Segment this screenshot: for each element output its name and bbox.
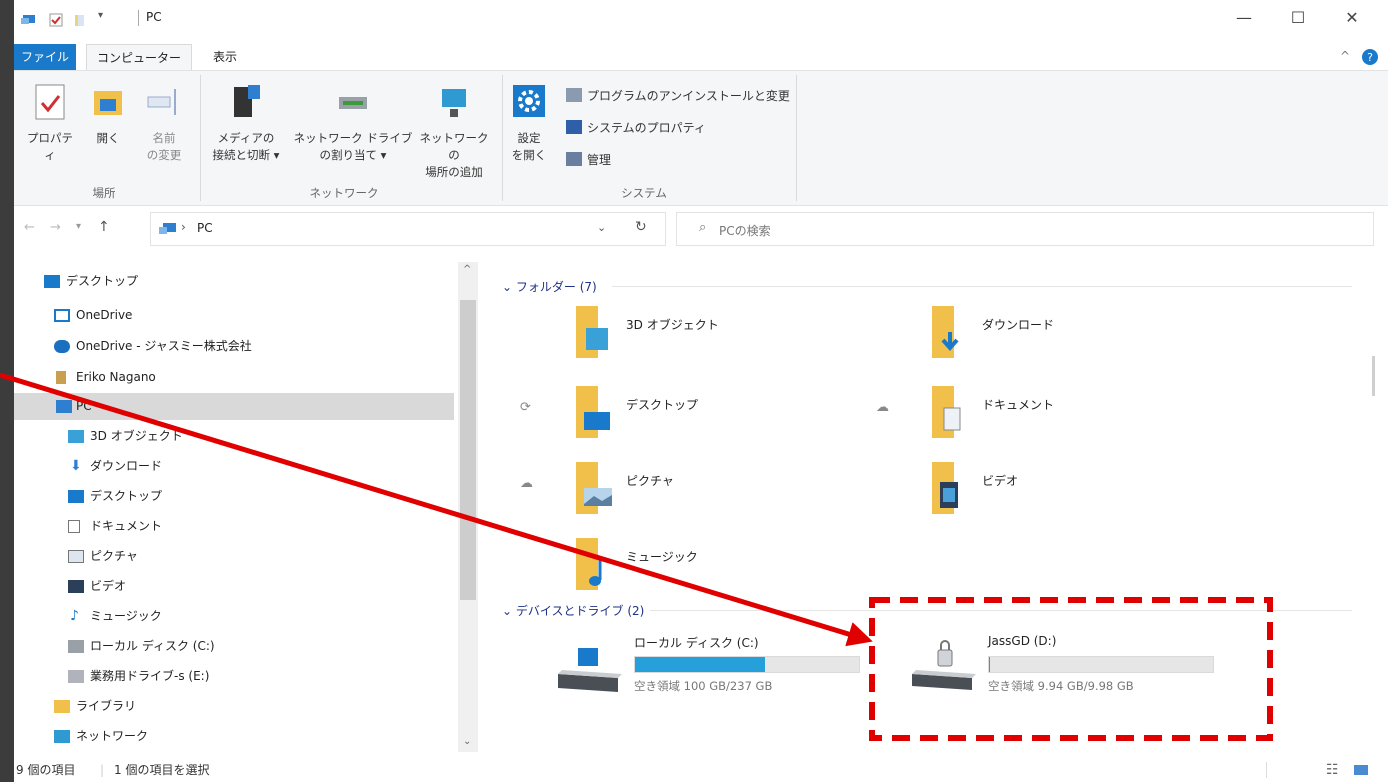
annotation-overlay	[0, 372, 1273, 741]
annotation-highlight-box	[869, 597, 1273, 741]
annotation-arrow	[0, 372, 873, 647]
